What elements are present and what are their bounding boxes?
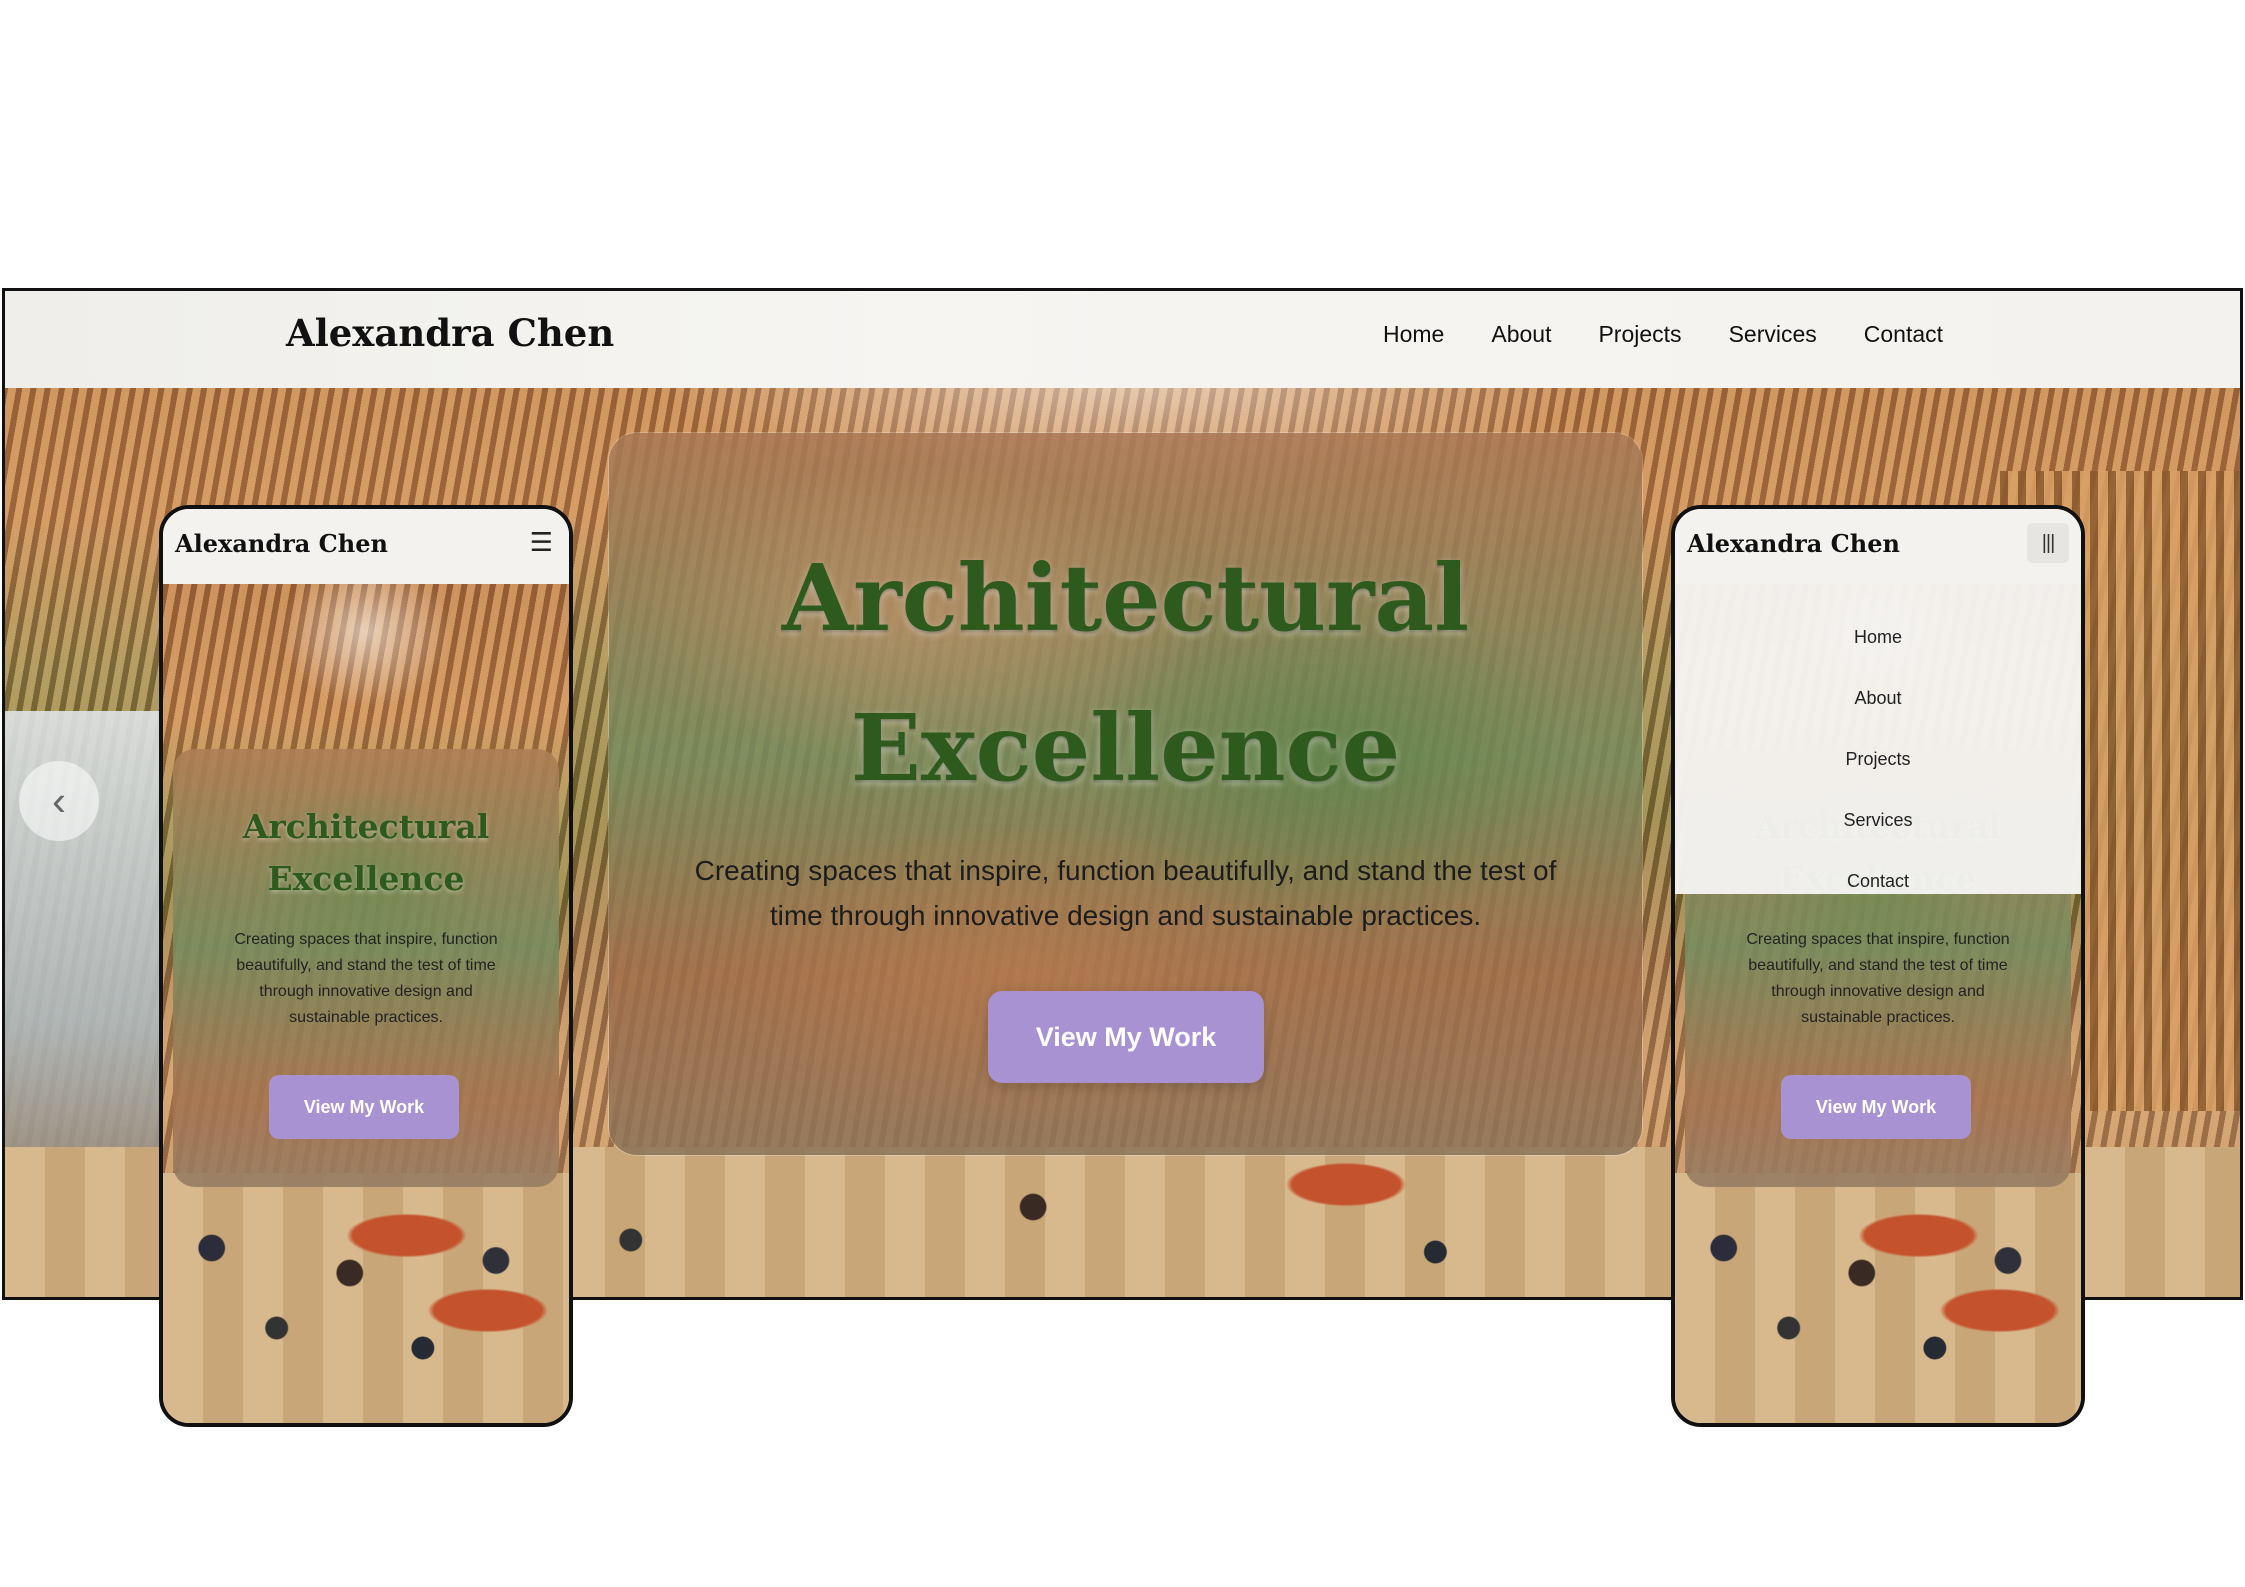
view-my-work-button[interactable]: View My Work xyxy=(988,991,1264,1083)
hero-title: Architectural Excellence xyxy=(781,544,1470,802)
mobile-site-brand[interactable]: Alexandra Chen xyxy=(175,529,388,558)
mobile-nav-services[interactable]: Services xyxy=(1675,810,2081,831)
desktop-navbar: Alexandra Chen Home About Projects Servi… xyxy=(5,291,2240,388)
mobile-nav-contact[interactable]: Contact xyxy=(1675,871,2081,892)
menu-toggle-icon[interactable]: ||| xyxy=(2027,523,2069,563)
carousel-prev-button[interactable]: ‹ xyxy=(19,761,99,841)
mobile-background-floor xyxy=(1675,1173,2081,1423)
mobile-hero-subtitle: Creating spaces that inspire, function b… xyxy=(234,931,498,1026)
mobile-mockup-menu-open: Alexandra Chen ||| Home About Projects S… xyxy=(1671,505,2085,1427)
chevron-left-icon: ‹ xyxy=(52,777,66,824)
nav-contact[interactable]: Contact xyxy=(1864,321,1943,348)
mobile-view-my-work-button[interactable]: View My Work xyxy=(269,1075,459,1139)
mobile-hero-subtitle: Creating spaces that inspire, function b… xyxy=(1746,931,2010,1026)
desktop-nav-menu: Home About Projects Services Contact xyxy=(1383,321,1943,348)
mobile-site-brand[interactable]: Alexandra Chen xyxy=(1687,529,1900,558)
nav-about[interactable]: About xyxy=(1491,321,1551,348)
hero-card: Architectural Excellence Creating spaces… xyxy=(609,433,1642,1155)
mobile-view-my-work-button[interactable]: View My Work xyxy=(1781,1075,1971,1139)
hero-subtitle: Creating spaces that inspire, function b… xyxy=(694,855,1557,931)
site-brand[interactable]: Alexandra Chen xyxy=(286,311,614,355)
mobile-navbar: Alexandra Chen ||| xyxy=(1675,509,2081,584)
mobile-hero-title: Architectural Excellence xyxy=(242,807,490,898)
mobile-nav-dropdown: Home About Projects Services Contact xyxy=(1675,584,2081,894)
showcase-stage: Alexandra Chen Home About Projects Servi… xyxy=(0,0,2245,1587)
mobile-nav-about[interactable]: About xyxy=(1675,688,2081,709)
mobile-nav-projects[interactable]: Projects xyxy=(1675,749,2081,770)
mobile-nav-home[interactable]: Home xyxy=(1675,627,2081,648)
hamburger-icon[interactable]: ☰ xyxy=(530,527,553,558)
mobile-background-floor xyxy=(163,1173,569,1423)
nav-projects[interactable]: Projects xyxy=(1598,321,1681,348)
mobile-mockup-closed: Alexandra Chen ☰ Architectural Excellenc… xyxy=(159,505,573,1427)
mobile-navbar: Alexandra Chen ☰ xyxy=(163,509,569,584)
nav-services[interactable]: Services xyxy=(1729,321,1817,348)
nav-home[interactable]: Home xyxy=(1383,321,1444,348)
mobile-hero-card: Architectural Excellence Creating spaces… xyxy=(173,749,559,1187)
